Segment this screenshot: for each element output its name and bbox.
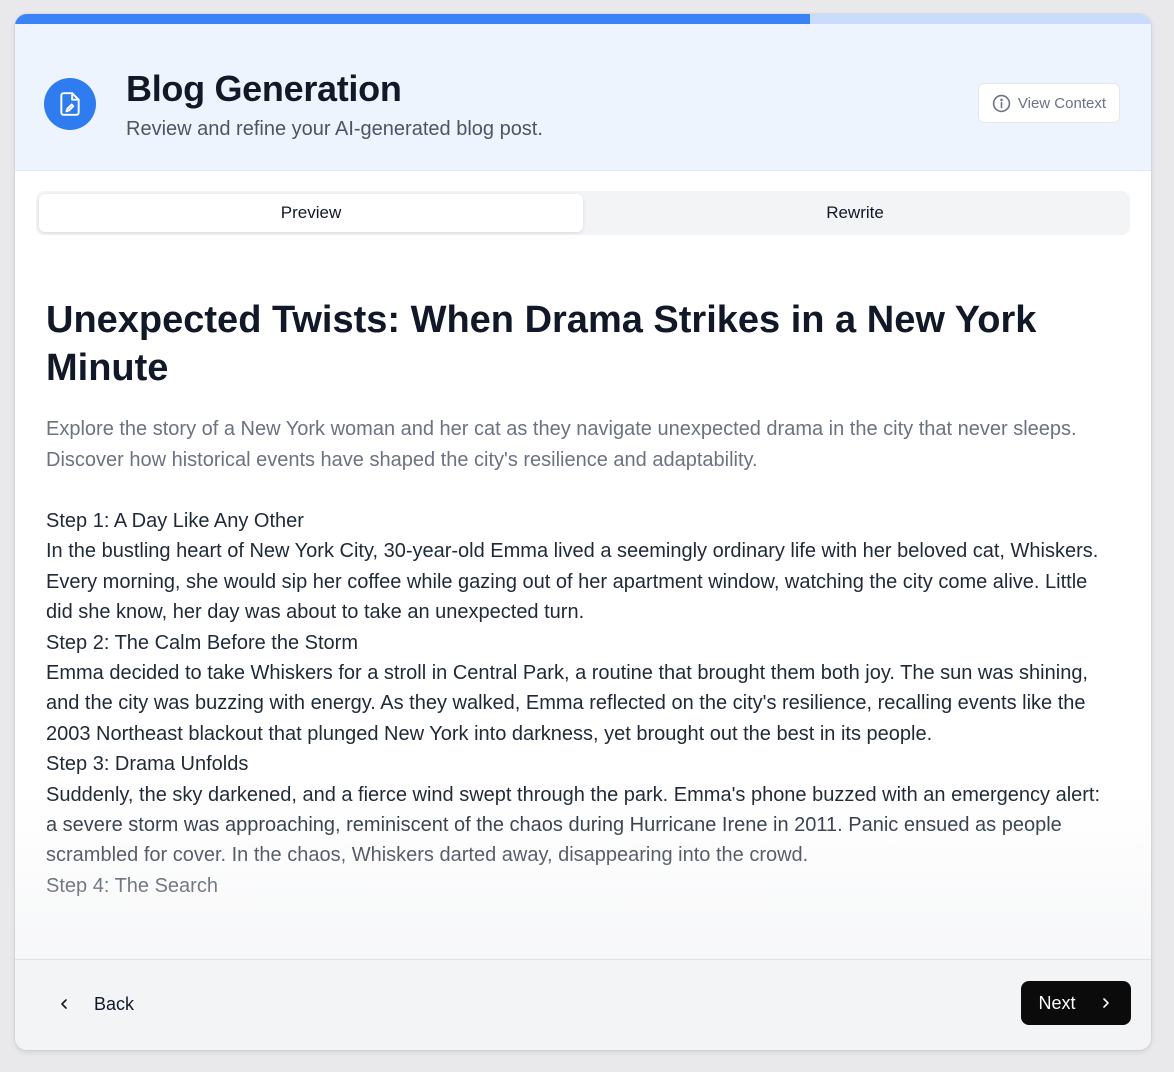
chevron-right-icon — [1098, 995, 1114, 1011]
blog-preview: Unexpected Twists: When Drama Strikes in… — [46, 296, 1106, 901]
progress-bar — [15, 14, 1151, 24]
page-subtitle: Review and refine your AI-generated blog… — [126, 118, 543, 140]
view-context-button[interactable]: View Context — [977, 83, 1120, 123]
post-paragraph: Suddenly, the sky darkened, and a fierce… — [46, 783, 1101, 867]
tab-list: Preview Rewrite — [36, 191, 1130, 235]
post-step-heading: Step 2: The Calm Before the Storm — [46, 631, 359, 654]
post-step-heading: Step 3: Drama Unfolds — [46, 753, 249, 776]
post-step-heading: Step 4: The Search — [46, 874, 218, 897]
post-step-heading: Step 1: A Day Like Any Other — [46, 510, 304, 532]
header: Blog Generation Review and refine your A… — [15, 24, 1151, 171]
post-paragraph: In the bustling heart of New York City, … — [46, 540, 1099, 624]
post-body: Step 1: A Day Like Any Other In the bust… — [46, 506, 1106, 901]
page-title: Blog Generation — [126, 68, 402, 109]
post-title: Unexpected Twists: When Drama Strikes in… — [46, 299, 1037, 389]
next-button[interactable]: Next — [1021, 981, 1131, 1025]
blog-generation-card: Blog Generation Review and refine your A… — [15, 14, 1151, 1050]
info-circle-icon — [992, 94, 1011, 113]
next-label: Next — [1038, 992, 1076, 1013]
tab-rewrite[interactable]: Rewrite — [583, 194, 1127, 232]
post-summary: Explore the story of a New York woman an… — [46, 418, 1077, 471]
back-button[interactable]: Back — [48, 984, 142, 1024]
progress-bar-fill — [15, 14, 811, 24]
view-context-label: View Context — [1017, 94, 1106, 112]
post-paragraph: Emma decided to take Whiskers for a stro… — [46, 662, 1088, 745]
document-edit-icon — [44, 78, 96, 130]
chevron-left-icon — [56, 996, 72, 1012]
tab-preview[interactable]: Preview — [39, 194, 583, 232]
back-label: Back — [94, 993, 135, 1014]
footer: Back Next — [15, 959, 1151, 1050]
